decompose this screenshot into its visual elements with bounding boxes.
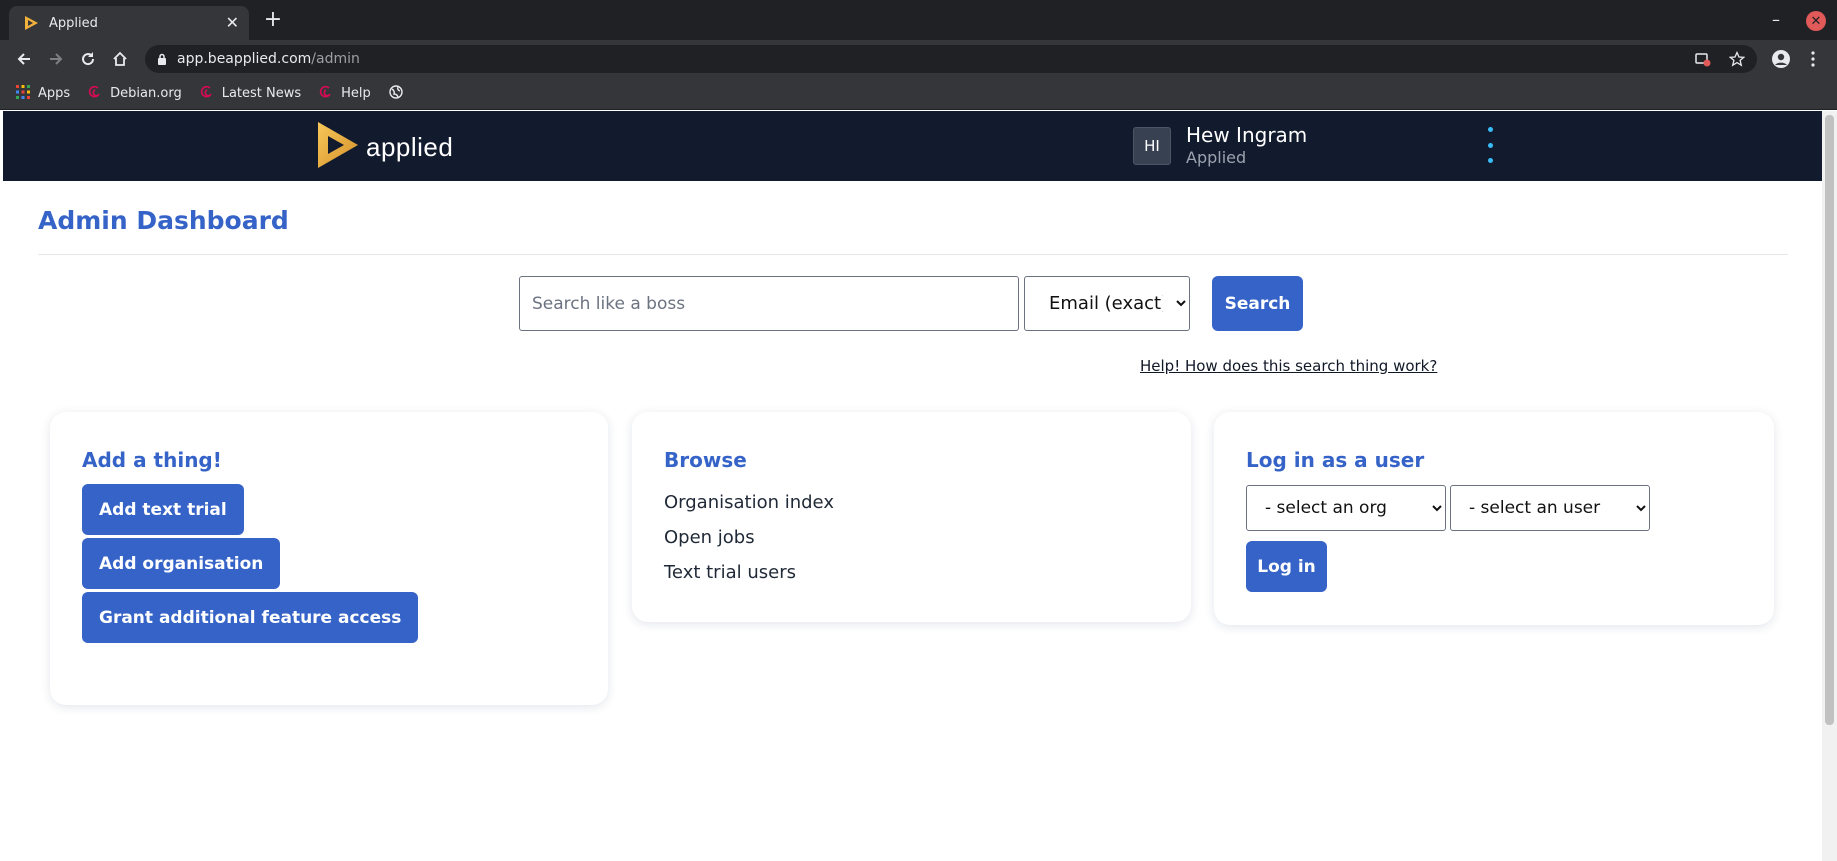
globe-icon	[389, 84, 403, 103]
minimize-window-icon[interactable]: –	[1766, 10, 1786, 30]
browse-title: Browse	[664, 448, 747, 472]
add-thing-title: Add a thing!	[82, 448, 222, 472]
user-name: Hew Ingram	[1186, 123, 1308, 147]
scrollbar-thumb[interactable]	[1825, 115, 1834, 725]
user-organisation: Applied	[1186, 148, 1247, 167]
bookmark-label: Help	[341, 86, 371, 101]
bookmark-globe[interactable]	[389, 84, 403, 103]
add-organisation-button[interactable]: Add organisation	[82, 538, 281, 589]
logo-text: applied	[366, 131, 454, 162]
bookmark-debian[interactable]: Debian.org	[88, 85, 182, 103]
debian-swirl-icon	[319, 85, 333, 103]
reload-icon[interactable]	[77, 48, 99, 70]
search-mode-select[interactable]: Email (exact)	[1024, 276, 1190, 331]
browser-tab[interactable]: Applied ✕	[9, 6, 249, 40]
blocked-content-icon[interactable]	[1695, 51, 1711, 71]
home-icon[interactable]	[109, 48, 131, 70]
tab-close-icon[interactable]: ✕	[226, 15, 239, 31]
add-text-trial-button[interactable]: Add text trial	[82, 484, 244, 535]
browser-toolbar: app.beapplied.com/admin	[0, 40, 1837, 78]
applied-logo[interactable]: applied	[316, 120, 453, 174]
search-help-link[interactable]: Help! How does this search thing work?	[1140, 357, 1437, 375]
grant-feature-access-button[interactable]: Grant additional feature access	[82, 592, 419, 643]
back-arrow-icon[interactable]	[13, 48, 35, 70]
bookmark-label: Latest News	[221, 86, 302, 101]
bookmark-latest-news[interactable]: Latest News	[200, 85, 301, 103]
url-host: app.beapplied.com	[177, 51, 312, 67]
bookmark-star-icon[interactable]	[1728, 50, 1746, 71]
browser-tab-bar: Applied ✕ + – ✕	[0, 0, 1837, 40]
text-trial-users-link[interactable]: Text trial users	[664, 562, 796, 583]
page-title: Admin Dashboard	[38, 206, 289, 235]
applied-play-logo-icon	[316, 120, 360, 174]
page-scrollbar[interactable]	[1822, 111, 1837, 861]
lock-icon	[157, 53, 167, 65]
url-path: /admin	[311, 51, 360, 67]
user-select[interactable]: - select an user	[1450, 485, 1650, 531]
bookmark-label: Debian.org	[110, 86, 182, 101]
debian-swirl-icon	[200, 85, 214, 103]
login-as-user-card: Log in as a user - select an org - selec…	[1214, 412, 1774, 625]
log-in-button[interactable]: Log in	[1246, 541, 1327, 592]
app-header: applied HI Hew Ingram Applied	[3, 111, 1822, 181]
debian-swirl-icon	[88, 85, 102, 103]
browse-card: Browse Organisation index Open jobs Text…	[632, 412, 1191, 622]
profile-icon[interactable]	[1770, 48, 1792, 70]
organisation-select[interactable]: - select an org	[1246, 485, 1446, 531]
tab-title: Applied	[49, 15, 98, 31]
bookmark-apps[interactable]: Apps	[16, 84, 71, 103]
applied-favicon-icon	[23, 15, 39, 31]
app-menu-icon[interactable]	[1484, 127, 1496, 163]
page-viewport: applied HI Hew Ingram Applied Admin Dash…	[3, 111, 1822, 861]
login-as-user-title: Log in as a user	[1246, 448, 1425, 472]
apps-grid-icon	[16, 84, 30, 103]
bookmarks-bar: Apps Debian.org Latest News Help	[0, 78, 1837, 110]
forward-arrow-icon[interactable]	[45, 48, 67, 70]
avatar[interactable]: HI	[1133, 127, 1171, 165]
search-button[interactable]: Search	[1212, 276, 1303, 331]
search-input[interactable]	[519, 276, 1019, 331]
open-jobs-link[interactable]: Open jobs	[664, 527, 755, 548]
browser-menu-icon[interactable]	[1802, 48, 1824, 70]
close-window-icon[interactable]: ✕	[1806, 11, 1826, 31]
bookmark-help[interactable]: Help	[319, 85, 371, 103]
add-thing-card: Add a thing! Add text trial Add organisa…	[50, 412, 608, 705]
bookmark-label: Apps	[38, 86, 71, 101]
title-divider	[38, 254, 1788, 255]
new-tab-icon[interactable]: +	[262, 9, 284, 32]
address-bar[interactable]: app.beapplied.com/admin	[145, 45, 1757, 73]
organisation-index-link[interactable]: Organisation index	[664, 492, 834, 513]
